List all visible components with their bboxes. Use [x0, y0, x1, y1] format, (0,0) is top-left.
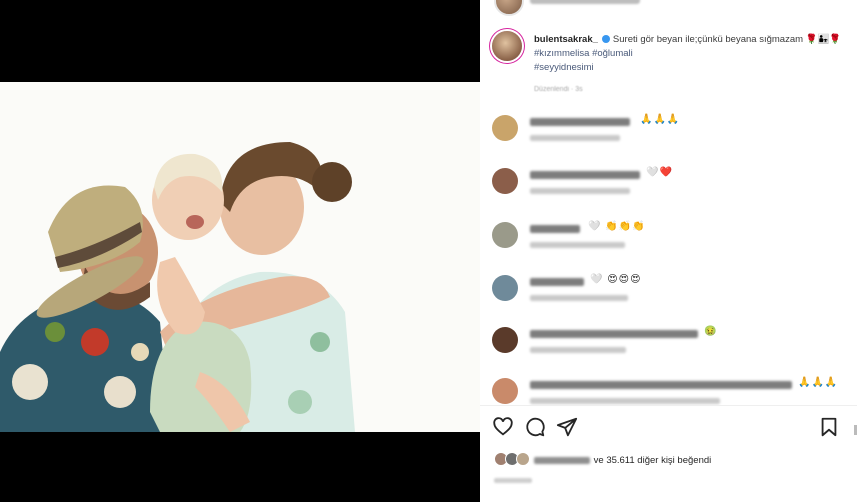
comment-meta — [530, 295, 628, 301]
hashtag-link[interactable]: #kızımmelisa — [534, 48, 589, 59]
comment-username[interactable] — [530, 330, 698, 338]
post-timestamp — [494, 478, 532, 483]
comment-emoji: 🙏🙏🙏 — [798, 377, 839, 388]
caption-body: Sureti gör beyan ile;çünkü beyana sığmaz… — [612, 34, 804, 45]
verified-icon — [601, 35, 610, 43]
comment-username[interactable] — [530, 171, 640, 179]
comment-avatar[interactable] — [492, 275, 518, 301]
share-icon — [556, 417, 578, 437]
comment-username[interactable] — [530, 225, 580, 233]
comment-item: 🤍❤️ — [492, 167, 852, 208]
actions-divider — [480, 405, 857, 406]
likes-summary[interactable]: ve 35.611 diğer kişi beğendi — [494, 452, 711, 469]
liker-avatars — [494, 452, 530, 469]
comment-emoji: 🤢 — [704, 326, 718, 337]
heart-icon — [493, 417, 513, 436]
comment-meta — [530, 347, 626, 353]
caption-text-block: bulentsakrak_ Sureti gör beyan ile;çünkü … — [534, 33, 857, 75]
comment-meta — [530, 188, 630, 194]
caption-meta: Düzenlendi · 3s — [534, 86, 583, 93]
post-photo — [0, 82, 480, 432]
like-button[interactable] — [492, 416, 514, 438]
comment-meta — [530, 242, 625, 248]
bookmark-icon — [821, 417, 837, 437]
caption-username[interactable]: bulentsakrak_ — [534, 34, 598, 45]
comment-username[interactable] — [530, 118, 630, 126]
header-username[interactable] — [530, 0, 640, 4]
family-photo — [0, 82, 480, 432]
save-button[interactable] — [818, 416, 840, 438]
comment-username[interactable] — [530, 381, 792, 389]
comment-item: 🙏🙏🙏 — [492, 114, 852, 155]
post-actions — [492, 414, 852, 440]
liker-avatar — [516, 452, 530, 466]
comment-item: 🤢 — [492, 326, 852, 367]
comment-emoji: 🤍 👏👏👏 — [588, 221, 646, 232]
hashtag-link[interactable]: #seyyidnesimi — [534, 62, 594, 73]
post-media[interactable] — [0, 0, 480, 502]
comment-meta — [530, 398, 720, 404]
comment-avatar[interactable] — [492, 115, 518, 141]
comment-avatar[interactable] — [492, 222, 518, 248]
comment-avatar[interactable] — [492, 378, 518, 404]
share-button[interactable] — [556, 416, 578, 438]
caption-emoji: 🌹👨‍👧🌹 — [805, 34, 842, 45]
comment-item: 🙏🙏🙏 — [492, 377, 852, 418]
liker-username — [533, 457, 590, 464]
post-side-panel: bulentsakrak_ Sureti gör beyan ile;çünkü … — [480, 0, 857, 502]
header-avatar[interactable] — [494, 0, 524, 16]
comment-item: 🤍 😍😍😍 — [492, 274, 852, 315]
comment-emoji: 🤍❤️ — [646, 167, 673, 178]
comment-avatar[interactable] — [492, 327, 518, 353]
likes-count-text: ve 35.611 diğer kişi beğendi — [593, 455, 712, 467]
comment-emoji: 🤍 😍😍😍 — [590, 274, 642, 285]
comment-avatar[interactable] — [492, 168, 518, 194]
comment-emoji: 🙏🙏🙏 — [640, 114, 681, 125]
caption-avatar[interactable] — [492, 31, 522, 61]
comment-button[interactable] — [524, 416, 546, 438]
hashtag-link[interactable]: #oğlumali — [592, 48, 633, 59]
comment-username[interactable] — [530, 278, 584, 286]
comment-meta — [530, 135, 620, 141]
comment-icon — [526, 417, 545, 437]
comment-item: 🤍 👏👏👏 — [492, 221, 852, 262]
